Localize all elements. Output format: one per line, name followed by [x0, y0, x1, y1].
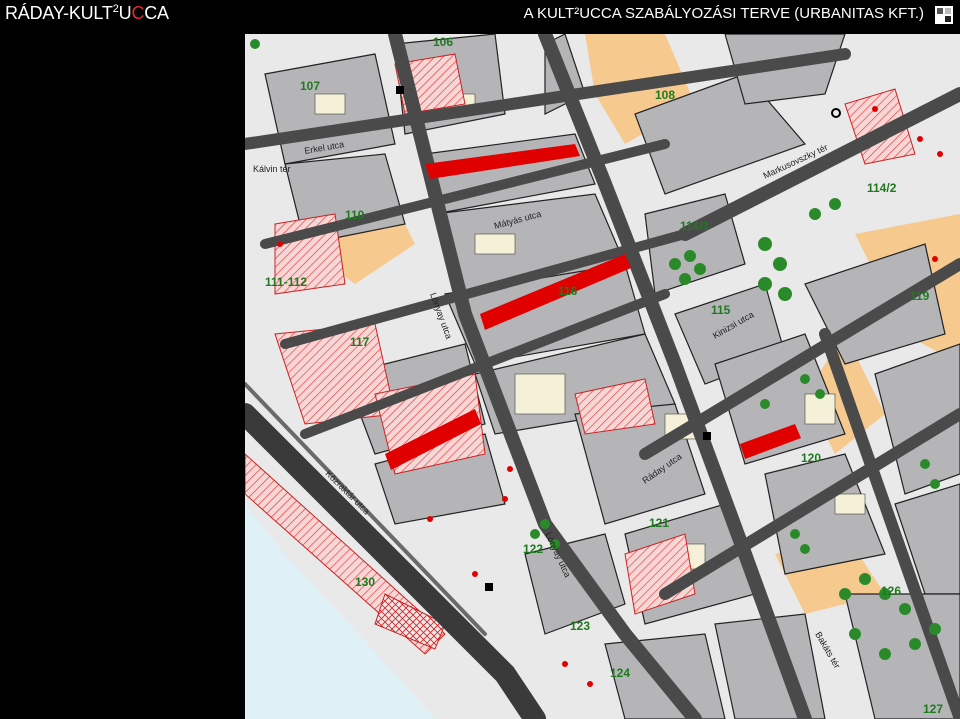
block-label-122: 122: [523, 542, 543, 556]
plan-title: A KULT²UCCA SZABÁLYOZÁSI TERVE (URBANITA…: [523, 5, 924, 22]
block-label-114-2: 114/2: [867, 181, 897, 195]
block-label-108: 108: [655, 88, 675, 102]
block-label-106: 106: [433, 35, 453, 49]
block-label-130: 130: [355, 575, 375, 589]
expand-icon[interactable]: [935, 6, 953, 24]
block-label-110: 110: [345, 208, 365, 222]
block-label-116: 116: [558, 284, 578, 298]
block-label-117: 117: [350, 335, 370, 349]
block-label-107: 107: [300, 79, 320, 93]
block-label-115: 115: [711, 303, 731, 317]
street-label-kalvin: Kálvin tér: [253, 164, 291, 174]
regulation-plan-map[interactable]: Kálvin tér Lónyay utca Lónyay utca Kiniz…: [245, 34, 960, 719]
block-label-121: 121: [649, 516, 669, 530]
block-label-127: 127: [923, 702, 943, 716]
app-title: RÁDAY-KULT2UCCA: [5, 3, 169, 23]
block-label-123: 123: [570, 619, 590, 633]
block-label-111-112: 111-112: [265, 275, 307, 289]
map-canvas: Kálvin tér Lónyay utca Lónyay utca Kiniz…: [245, 34, 960, 719]
block-label-119: 119: [910, 289, 930, 303]
block-label-126: 126: [881, 584, 901, 598]
block-label-114-1: 114/1: [680, 219, 710, 233]
block-label-124: 124: [610, 666, 630, 680]
block-label-120: 120: [801, 451, 821, 465]
